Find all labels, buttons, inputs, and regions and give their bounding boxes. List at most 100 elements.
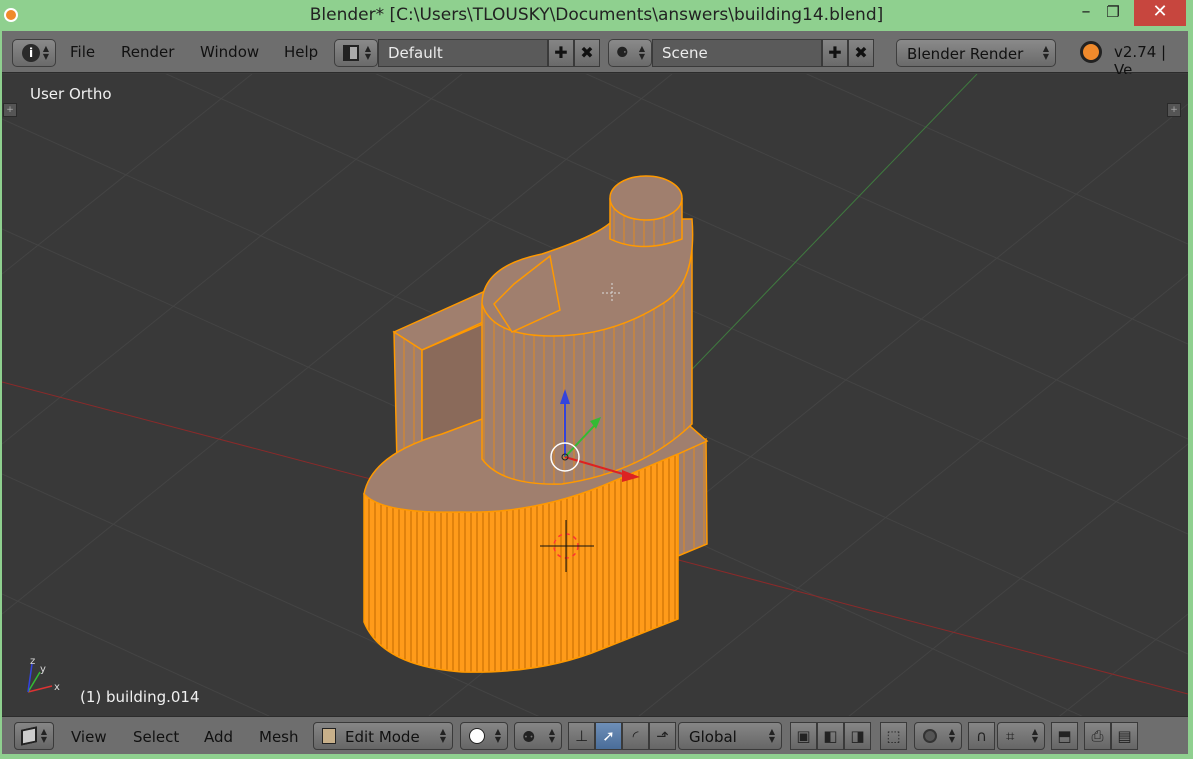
delete-screen-button[interactable]: ✖ [574, 39, 600, 67]
dropdown-arrows-icon: ▲ ▼ [638, 44, 645, 61]
dropdown-arrows-icon: ▲ ▼ [439, 727, 446, 744]
editor-type-button[interactable]: ▲ ▼ [14, 722, 54, 750]
window-titlebar: Blender* [C:\Users\TLOUSKY\Documents\ans… [0, 0, 1193, 31]
dropdown-arrows-icon: ▲ ▼ [768, 727, 775, 744]
edit-mode-icon [322, 728, 336, 744]
pivot-point-icon: ⚉ [522, 728, 536, 746]
menu-file[interactable]: File [70, 43, 95, 61]
right-wing-side [677, 437, 708, 558]
dropdown-arrows-icon: ▲ ▼ [42, 44, 49, 61]
minimize-button[interactable]: – [1071, 0, 1101, 26]
manipulator-icon: ⊥ [574, 727, 589, 745]
render-button[interactable]: ⎙ [1084, 722, 1111, 750]
editor-type-button[interactable]: i ▲ ▼ [12, 39, 56, 67]
active-object-label: (1) building.014 [80, 688, 200, 706]
dropdown-arrows-icon: ▲ ▼ [364, 44, 371, 61]
add-scene-button[interactable]: ✚ [822, 39, 848, 67]
view-name-label: User Ortho [30, 85, 112, 103]
building-mesh[interactable] [363, 175, 709, 673]
render-animation-button[interactable]: ▤ [1111, 722, 1138, 750]
toolshelf-toggle[interactable]: + [3, 103, 17, 117]
x-icon: ✖ [854, 43, 868, 62]
mode-value: Edit Mode [345, 728, 420, 746]
clapperboard-icon: ▤ [1117, 727, 1132, 745]
scene-field[interactable]: Scene [652, 39, 822, 67]
overlay-button[interactable]: ⬒ [1051, 722, 1078, 750]
vertex-select-button[interactable]: ▣ [790, 722, 817, 750]
dropdown-arrows-icon: ▲ ▼ [1042, 44, 1049, 61]
plus-icon: ✚ [828, 43, 842, 62]
add-screen-button[interactable]: ✚ [548, 39, 574, 67]
menu-view[interactable]: View [71, 728, 107, 746]
scene-button[interactable]: ⚈ ▲ ▼ [608, 39, 652, 67]
3d-viewport[interactable]: x y z User Ortho (1) building.014 + + [2, 74, 1188, 716]
menu-select[interactable]: Select [133, 728, 179, 746]
pivot-point-dropdown[interactable]: ⚉ ▲ ▼ [514, 722, 562, 750]
plus-icon: + [1170, 105, 1178, 115]
face-select-icon: ◨ [850, 727, 865, 745]
plus-icon: + [6, 105, 14, 115]
viewport-canvas[interactable] [2, 74, 1188, 716]
rotate-icon: ◜ [632, 727, 639, 745]
window-frame-right [1188, 31, 1193, 759]
x-icon: ✖ [580, 43, 594, 62]
proportional-editing-icon [923, 729, 937, 743]
info-icon: i [22, 44, 40, 62]
viewport-shading-dropdown[interactable]: ▲ ▼ [460, 722, 508, 750]
axis-y-label: y [40, 664, 46, 675]
transform-orientation-dropdown[interactable]: Global ▲ ▼ [678, 722, 782, 750]
rotate-manipulator-button[interactable]: ◜ [622, 722, 649, 750]
close-button[interactable]: ✕ [1134, 0, 1186, 26]
edge-select-button[interactable]: ◧ [817, 722, 844, 750]
info-header: i ▲ ▼ File Render Window Help ▲ ▼ Default … [2, 31, 1188, 79]
menu-render[interactable]: Render [121, 43, 174, 61]
screen-layout-field[interactable]: Default [378, 39, 548, 67]
limit-selection-button[interactable]: ⬚ [880, 722, 907, 750]
overlay-icon: ⬒ [1057, 727, 1072, 745]
arrow-icon: ➚ [602, 727, 615, 745]
screen-layout-icon [343, 45, 359, 61]
snap-element-dropdown[interactable]: ⌗ ▲ ▼ [997, 722, 1045, 750]
menu-help[interactable]: Help [284, 43, 318, 61]
dropdown-arrows-icon: ▲ ▼ [948, 727, 955, 744]
maximize-button[interactable]: ❐ [1098, 0, 1128, 26]
render-engine-value: Blender Render [907, 45, 1024, 63]
translate-manipulator-button[interactable]: ➚ [595, 722, 622, 750]
orientation-value: Global [689, 728, 737, 746]
menu-mesh[interactable]: Mesh [259, 728, 299, 746]
snap-toggle[interactable]: ∩ [968, 722, 995, 750]
mode-dropdown[interactable]: Edit Mode ▲ ▼ [313, 722, 453, 750]
scene-icon: ⚈ [616, 45, 629, 61]
menu-add[interactable]: Add [204, 728, 233, 746]
dropdown-arrows-icon: ▲ ▼ [494, 727, 501, 744]
magnet-icon: ∩ [976, 727, 987, 745]
cylinder-top [609, 175, 683, 221]
blender-logo-icon [1080, 41, 1102, 63]
snap-element-icon: ⌗ [1006, 727, 1015, 745]
dropdown-arrows-icon: ▲ ▼ [40, 727, 47, 744]
menu-window[interactable]: Window [200, 43, 259, 61]
render-engine-dropdown[interactable]: Blender Render ▲ ▼ [896, 39, 1056, 67]
limit-selection-icon: ⬚ [886, 727, 901, 745]
cube-editor-icon [21, 726, 37, 746]
dropdown-arrows-icon: ▲ ▼ [1031, 727, 1038, 744]
axis-z-label: z [30, 656, 36, 667]
window-title: Blender* [C:\Users\TLOUSKY\Documents\ans… [309, 5, 884, 25]
plus-icon: ✚ [554, 43, 568, 62]
window-frame-bottom [0, 754, 1193, 759]
axis-x-label: x [54, 682, 60, 693]
solid-shading-icon [469, 728, 485, 744]
camera-icon: ⎙ [1091, 727, 1104, 745]
proportional-editing-dropdown[interactable]: ▲ ▼ [914, 722, 962, 750]
scale-manipulator-button[interactable]: ⬏ [649, 722, 676, 750]
3d-view-header: ▲ ▼ View Select Add Mesh Edit Mode ▲ ▼ ▲ ▼ … [2, 716, 1188, 754]
dropdown-arrows-icon: ▲ ▼ [548, 727, 555, 744]
scale-icon: ⬏ [656, 727, 669, 745]
manipulator-toggle[interactable]: ⊥ [568, 722, 595, 750]
screen-layout-button[interactable]: ▲ ▼ [334, 39, 378, 67]
properties-toggle[interactable]: + [1167, 103, 1181, 117]
edge-select-icon: ◧ [823, 727, 838, 745]
vertex-select-icon: ▣ [796, 727, 811, 745]
face-select-button[interactable]: ◨ [844, 722, 871, 750]
delete-scene-button[interactable]: ✖ [848, 39, 874, 67]
